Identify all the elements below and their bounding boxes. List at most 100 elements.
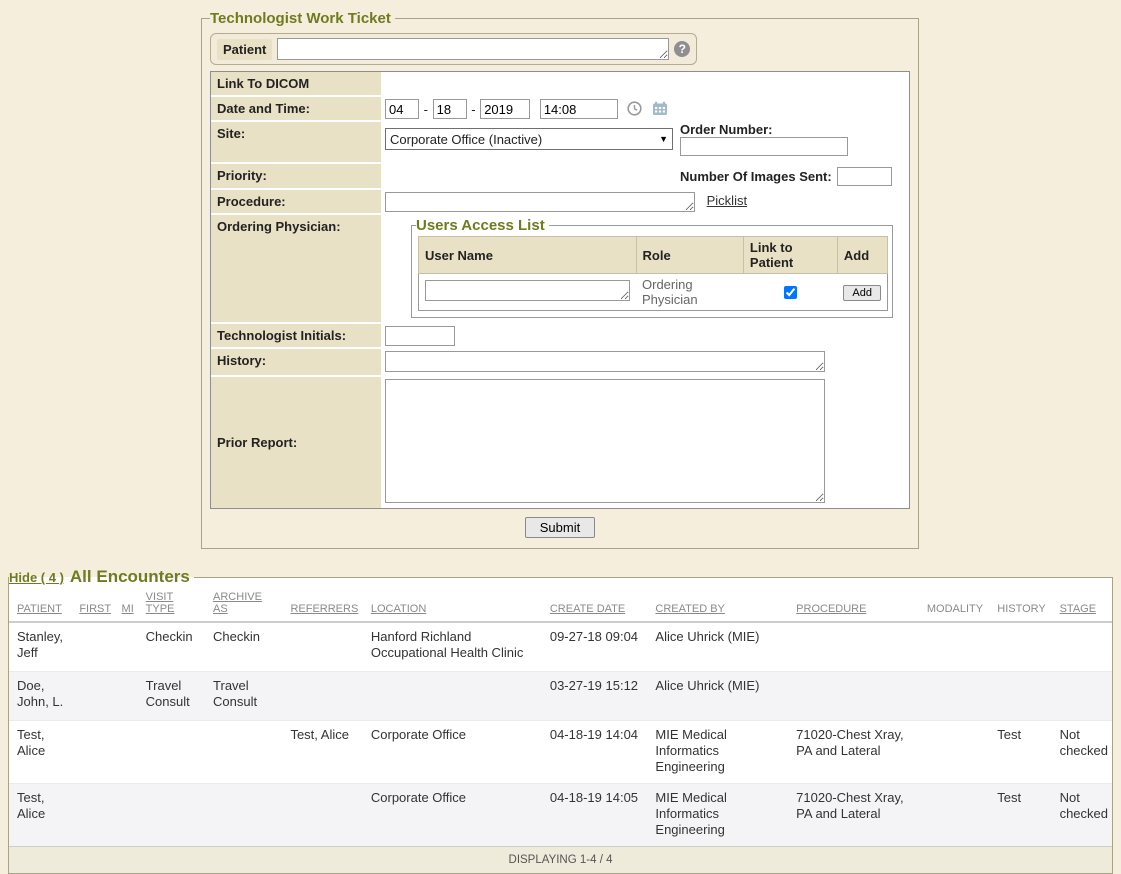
role-value: Ordering Physician: [642, 277, 698, 307]
user-name-input[interactable]: [425, 280, 630, 301]
cell-create-date: 09-27-18 09:04: [542, 622, 648, 672]
cell-create-date: 03-27-19 15:12: [542, 672, 648, 721]
cell-visit-type: Checkin: [138, 622, 205, 672]
column-header-mi[interactable]: MI: [114, 587, 138, 622]
column-header-created-by[interactable]: CREATED BY: [647, 587, 788, 622]
submit-button[interactable]: Submit: [525, 517, 595, 538]
add-user-button[interactable]: Add: [843, 285, 881, 301]
row-ordering-physician: Ordering Physician: Users Access List Us…: [211, 215, 909, 324]
cell-patient: Test, Alice: [9, 721, 71, 784]
date-separator: -: [424, 102, 428, 117]
cell-referrers: Test, Alice: [282, 721, 362, 784]
procedure-label: Procedure:: [211, 190, 381, 215]
cell-create-date: 04-18-19 14:05: [542, 784, 648, 847]
submit-row: Submit: [210, 509, 910, 540]
column-header-procedure[interactable]: PROCEDURE: [788, 587, 919, 622]
cell-location: Corporate Office: [363, 721, 542, 784]
picklist-link[interactable]: Picklist: [707, 193, 747, 208]
order-number-input[interactable]: [680, 137, 848, 156]
history-input[interactable]: [385, 351, 825, 372]
date-time-content: - -: [381, 97, 909, 122]
tech-initials-label: Technologist Initials:: [211, 324, 381, 349]
encounters-title: All Encounters: [70, 567, 190, 586]
cell-patient: Doe, John, L.: [9, 672, 71, 721]
work-ticket-fieldset: Technologist Work Ticket Patient ? Link …: [201, 10, 919, 549]
cell-referrers: [282, 622, 362, 672]
encounter-row[interactable]: Test, AliceTest, AliceCorporate Office04…: [9, 721, 1112, 784]
hide-encounters-link[interactable]: Hide ( 4 ): [9, 570, 64, 585]
column-header-visit-type[interactable]: VISIT TYPE: [138, 587, 205, 622]
images-sent-input[interactable]: [837, 167, 892, 186]
patient-field-group: Patient ?: [210, 33, 697, 65]
cell-first: [71, 721, 113, 784]
cell-stage: Not checked: [1052, 784, 1112, 847]
order-number-label: Order Number:: [680, 122, 848, 137]
column-header-modality: MODALITY: [919, 587, 989, 622]
row-procedure: Procedure: Picklist: [211, 190, 909, 215]
encounter-row[interactable]: Stanley, JeffCheckinCheckinHanford Richl…: [9, 622, 1112, 672]
cell-mi: [114, 622, 138, 672]
cell-first: [71, 784, 113, 847]
site-select[interactable]: Corporate Office (Inactive) ▼: [385, 128, 673, 150]
cell-archive-as: [205, 721, 282, 784]
time-input[interactable]: [540, 99, 618, 119]
site-selected-value: Corporate Office (Inactive): [390, 132, 542, 147]
column-header-first[interactable]: FIRST: [71, 587, 113, 622]
users-access-list-table: User Name Role Link to Patient Add Order…: [418, 236, 888, 311]
users-access-list-title: Users Access List: [416, 217, 549, 234]
link-to-patient-checkbox[interactable]: [784, 286, 797, 299]
date-year-input[interactable]: [480, 99, 530, 119]
cell-archive-as: Checkin: [205, 622, 282, 672]
row-history: History:: [211, 349, 909, 377]
tech-initials-input[interactable]: [385, 326, 455, 346]
images-sent-block: Number Of Images Sent:: [680, 167, 892, 186]
cell-modality: [919, 721, 989, 784]
clock-icon[interactable]: [627, 101, 642, 119]
link-to-dicom-label: Link To DICOM: [211, 72, 381, 97]
work-ticket-form-panel: Link To DICOM Date and Time: - - Si: [210, 71, 910, 509]
encounters-table: PATIENTFIRSTMIVISIT TYPEARCHIVE ASREFERR…: [9, 587, 1112, 873]
date-separator: -: [471, 102, 475, 117]
patient-input[interactable]: [277, 38, 669, 60]
date-day-input[interactable]: [433, 99, 467, 119]
encounters-footer-row: DISPLAYING 1-4 / 4: [9, 847, 1112, 874]
encounter-row[interactable]: Doe, John, L.Travel ConsultTravel Consul…: [9, 672, 1112, 721]
chevron-down-icon: ▼: [659, 134, 668, 144]
help-icon[interactable]: ?: [674, 41, 690, 57]
cell-location: [363, 672, 542, 721]
column-header-patient[interactable]: PATIENT: [9, 587, 71, 622]
column-header-stage[interactable]: STAGE: [1052, 587, 1112, 622]
cell-first: [71, 622, 113, 672]
history-content: [381, 349, 909, 377]
cell-created-by: Alice Uhrick (MIE): [647, 622, 788, 672]
column-header-archive-as[interactable]: ARCHIVE AS: [205, 587, 282, 622]
procedure-input[interactable]: [385, 192, 695, 212]
date-month-input[interactable]: [385, 99, 419, 119]
row-date-time: Date and Time: - -: [211, 97, 909, 122]
cell-stage: [1052, 672, 1112, 721]
ordering-physician-label: Ordering Physician:: [211, 215, 381, 324]
procedure-content: Picklist: [381, 190, 909, 215]
cell-created-by: MIE Medical Informatics Engineering: [647, 784, 788, 847]
encounter-row[interactable]: Test, AliceCorporate Office04-18-19 14:0…: [9, 784, 1112, 847]
row-tech-initials: Technologist Initials:: [211, 324, 909, 349]
column-header-create-date[interactable]: CREATE DATE: [542, 587, 648, 622]
patient-label: Patient: [217, 39, 272, 60]
row-link-to-dicom: Link To DICOM: [211, 72, 909, 97]
cell-procedure: [788, 622, 919, 672]
row-priority: Priority: Number Of Images Sent:: [211, 164, 909, 190]
cell-referrers: [282, 784, 362, 847]
cell-archive-as: Travel Consult: [205, 672, 282, 721]
cell-location: Corporate Office: [363, 784, 542, 847]
calendar-icon[interactable]: [652, 101, 668, 119]
link-to-dicom-content: [381, 72, 909, 97]
column-header-referrers[interactable]: REFERRERS: [282, 587, 362, 622]
ual-column-add: Add: [837, 237, 887, 274]
ual-column-link-to-patient: Link to Patient: [743, 237, 837, 274]
cell-referrers: [282, 672, 362, 721]
displaying-count: DISPLAYING 1-4 / 4: [9, 847, 1112, 874]
cell-location: Hanford Richland Occupational Health Cli…: [363, 622, 542, 672]
column-header-location[interactable]: LOCATION: [363, 587, 542, 622]
prior-report-input[interactable]: [385, 379, 825, 503]
encounters-table-header: PATIENTFIRSTMIVISIT TYPEARCHIVE ASREFERR…: [9, 587, 1112, 622]
